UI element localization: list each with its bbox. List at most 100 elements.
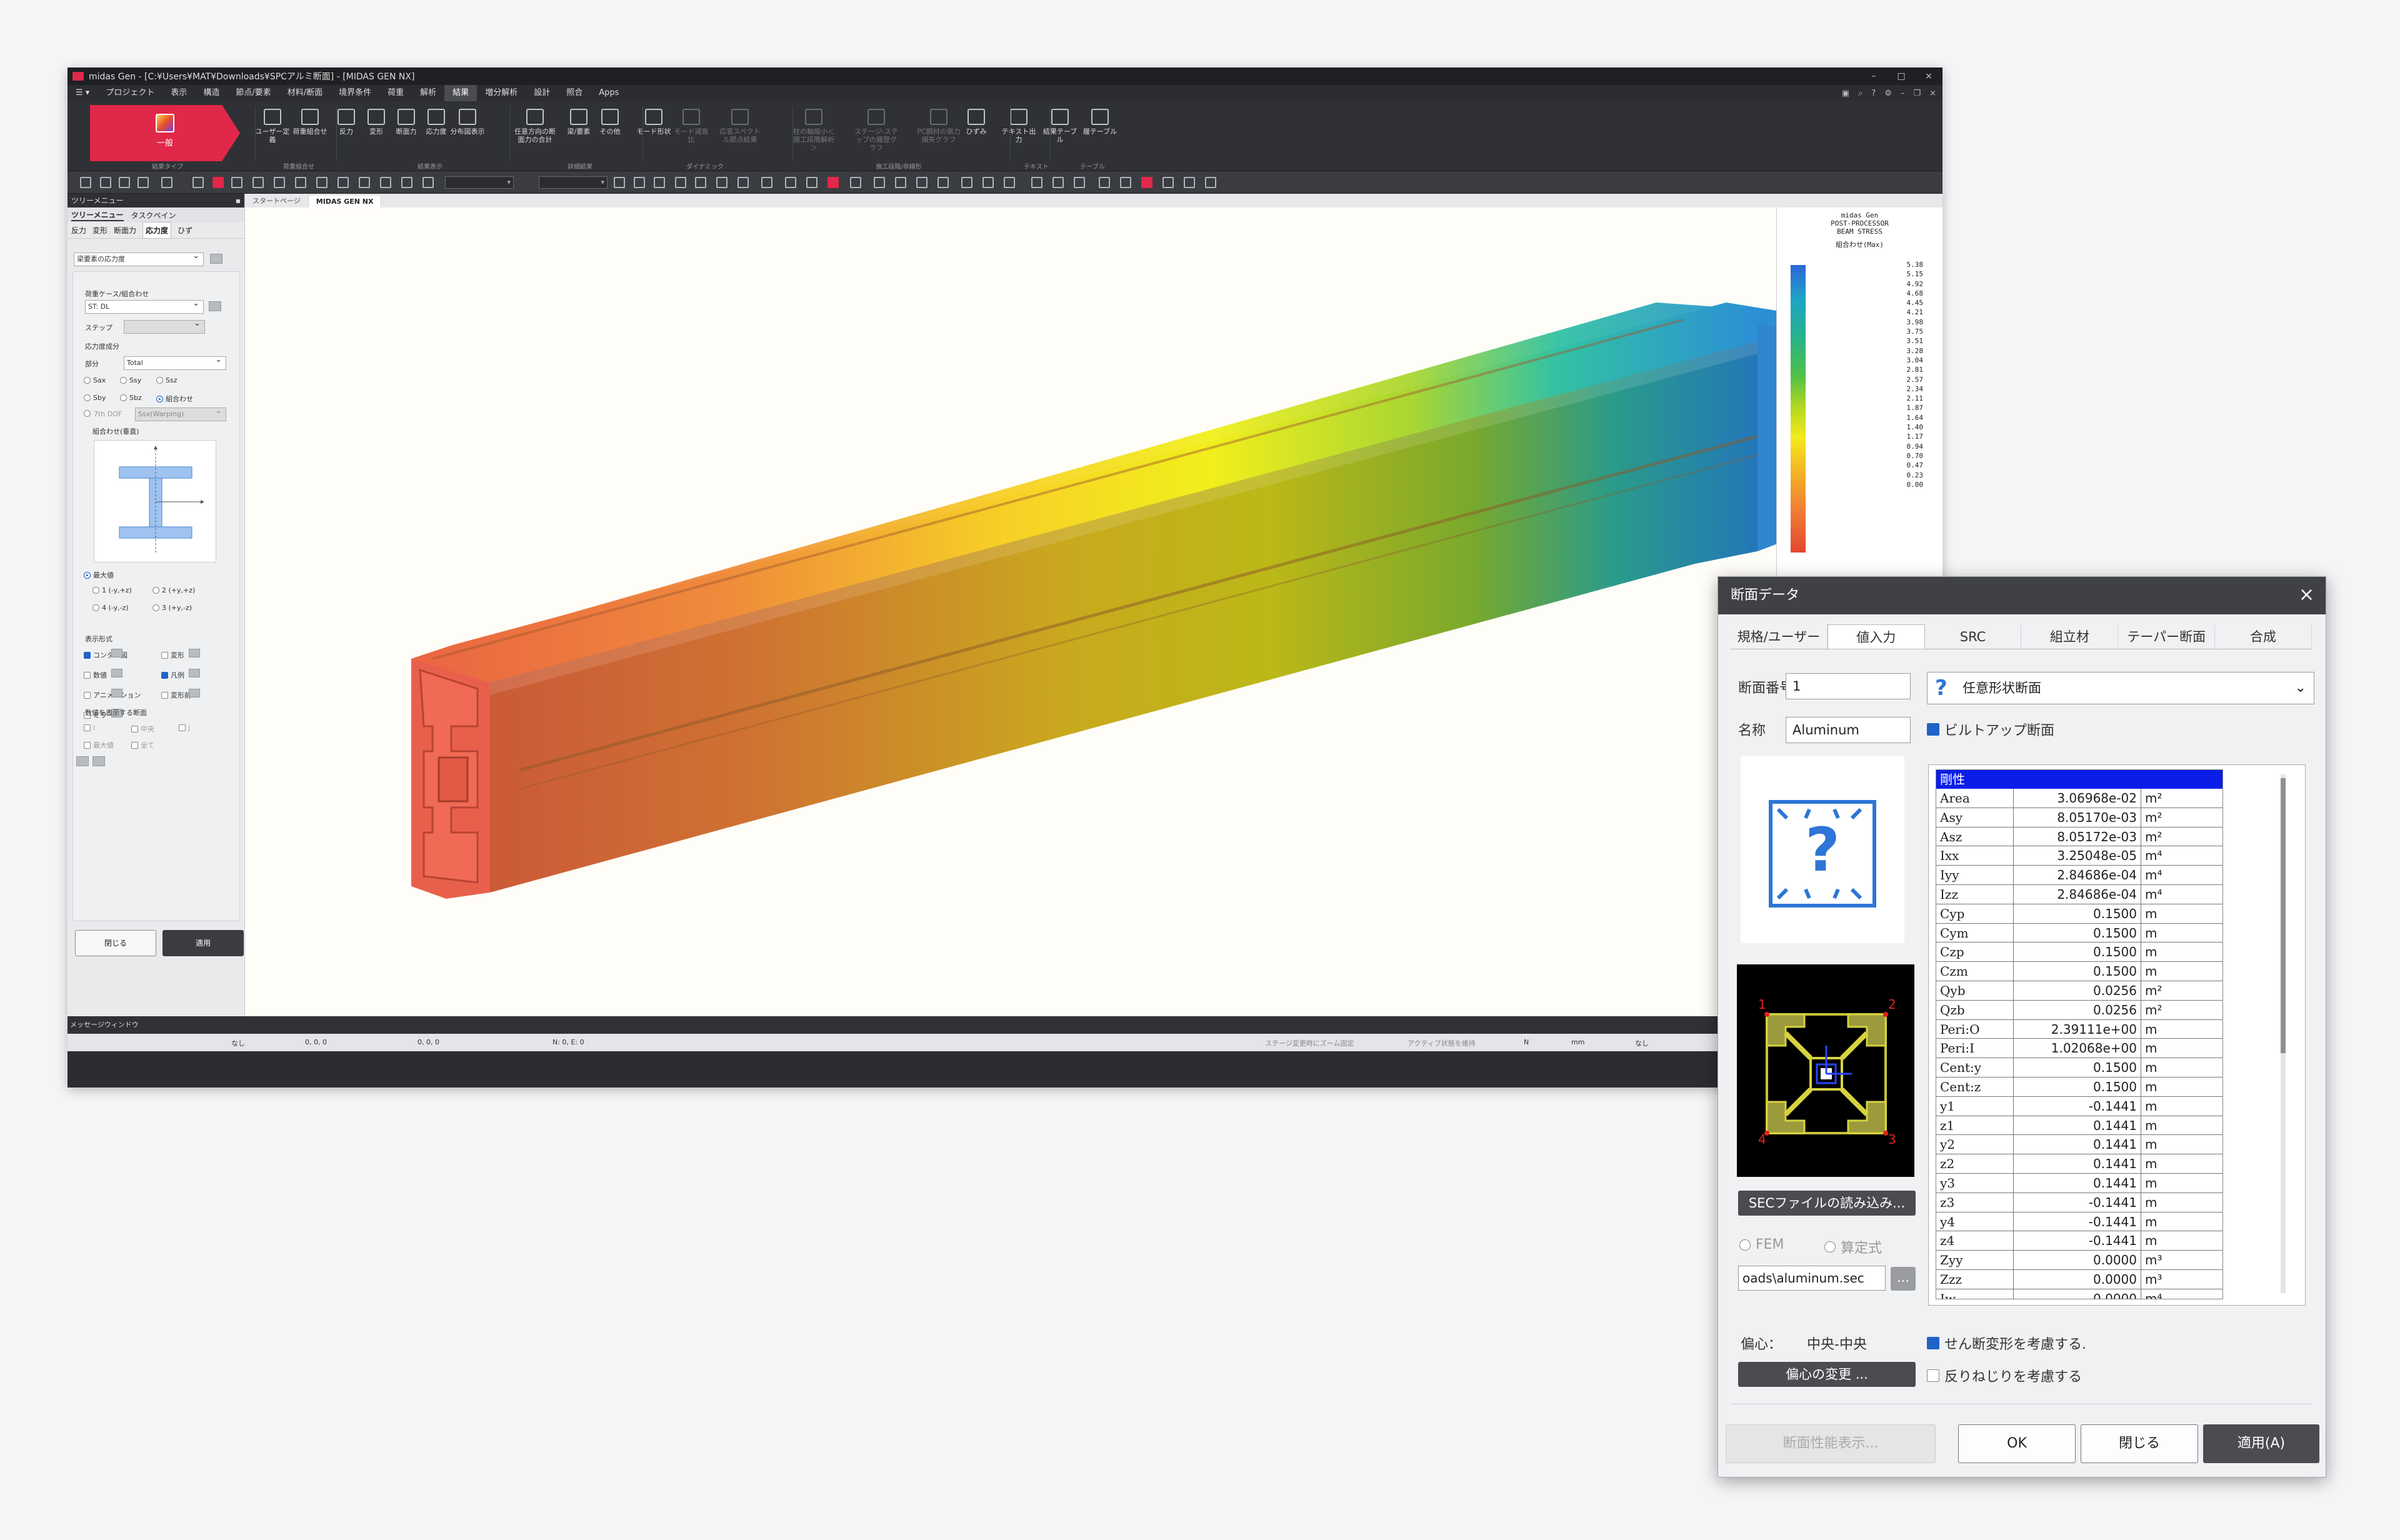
toolbar-icon-24[interactable] (761, 177, 772, 188)
numeric-option-2[interactable]: j (179, 724, 190, 732)
display-option-settings-icon[interactable] (111, 669, 122, 678)
toolbar-icon-15[interactable] (401, 177, 412, 188)
ribbon-button-5[interactable]: 応力度 (419, 106, 454, 136)
help-icon[interactable]: ? (1871, 89, 1876, 98)
menu-item-10[interactable]: 設計 (526, 85, 558, 101)
part-select[interactable]: Total (124, 354, 226, 370)
step-select[interactable] (124, 318, 205, 334)
toolbar-icon-42[interactable] (1162, 177, 1174, 188)
toolbar-icon-36[interactable] (1031, 177, 1042, 188)
display-option-1-1[interactable]: 凡例 (161, 670, 184, 680)
stress-option-0-0[interactable]: Sax (84, 376, 106, 384)
builtup-checkbox[interactable]: ビルトアップ断面 (1927, 719, 2054, 739)
toolbar-icon-41[interactable] (1141, 177, 1152, 188)
ribbon-button-8[interactable]: 梁/要素 (561, 106, 596, 136)
shear-deformation-checkbox[interactable]: せん断変形を考慮する. (1927, 1333, 2086, 1353)
display-option-settings-icon[interactable] (111, 649, 122, 658)
display-option-0-1[interactable]: 変形 (161, 650, 184, 660)
menu-item-4[interactable]: 材料/断面 (279, 85, 331, 101)
settings-icon[interactable]: ⚙ (1884, 89, 1892, 98)
close-panel-button[interactable]: 閉じる (75, 930, 156, 956)
ribbon-button-1[interactable]: 荷重組合せ (292, 106, 328, 136)
panel-icon-1[interactable] (76, 756, 89, 766)
formula-radio[interactable]: 算定式 (1824, 1237, 1882, 1257)
stress-option-1-2[interactable]: 組合わせ (156, 394, 193, 404)
toolbar-icon-22[interactable] (716, 177, 728, 188)
toolbar-dropdown-1[interactable]: ▾ (445, 176, 514, 189)
result-tab-4[interactable]: ひず (178, 225, 192, 236)
menu-item-8[interactable]: 結果 (444, 85, 478, 101)
toolbar-icon-30[interactable] (895, 177, 906, 188)
toolbar-icon-10[interactable] (295, 177, 306, 188)
toolbar-icon-44[interactable] (1205, 177, 1216, 188)
ribbon-button-17[interactable]: テキスト出力 (1001, 106, 1036, 144)
toolbar-icon-39[interactable] (1099, 177, 1110, 188)
menu-item-12[interactable]: Apps (591, 85, 627, 101)
dialog-close-icon[interactable]: × (2299, 584, 2314, 606)
model-tab[interactable]: MIDAS GEN NX (308, 196, 382, 208)
ribbon-button-13[interactable]: 柱の軸縮小＜施工段階解析＞ (790, 106, 838, 152)
dialog-tab-3[interactable]: 組立材 (2021, 624, 2119, 649)
ribbon-button-14[interactable]: ステージ-ステップの履歴グラフ (852, 106, 900, 152)
point-radio-2[interactable]: 4 (-y,-z) (92, 604, 129, 612)
display-option-settings-icon[interactable] (189, 649, 200, 658)
close-window-button[interactable]: × (1915, 71, 1942, 81)
dof-select[interactable]: Ssx(Warping) (135, 405, 226, 421)
menu-item-11[interactable]: 照合 (558, 85, 591, 101)
numeric-option-0[interactable]: i (84, 724, 95, 732)
toolbar-icon-29[interactable] (874, 177, 885, 188)
toolbar-icon-20[interactable] (675, 177, 686, 188)
toolbar-icon-31[interactable] (916, 177, 928, 188)
dialog-tab-5[interactable]: 合成 (2215, 624, 2312, 649)
browse-button[interactable]: ... (1891, 1267, 1916, 1291)
minimize-button[interactable]: – (1860, 71, 1888, 81)
maximize-button[interactable]: □ (1888, 71, 1915, 81)
toolbar-icon-6[interactable] (212, 177, 224, 188)
load-case-select[interactable]: ST: DL (85, 298, 204, 314)
sec-file-path-input[interactable]: oads\aluminum.sec (1738, 1266, 1886, 1291)
ribbon-button-10[interactable]: モード形状 (636, 106, 671, 136)
menu-item-3[interactable]: 節点/要素 (228, 85, 279, 101)
display-option-1-0[interactable]: 数値 (84, 670, 107, 680)
pin-icon[interactable]: ▪ (236, 194, 241, 208)
stress-option-1-0[interactable]: Sby (84, 394, 106, 402)
numeric-option-3[interactable]: 最大値 (84, 740, 114, 750)
menu-item-9[interactable]: 増分解析 (477, 85, 526, 101)
menu-item-7[interactable]: 解析 (412, 85, 444, 101)
ribbon-button-9[interactable]: その他 (592, 106, 628, 136)
toolbar-icon-27[interactable] (828, 177, 839, 188)
general-result-button[interactable]: 一般 (90, 105, 240, 161)
section-number-input[interactable]: 1 (1786, 673, 1911, 699)
dof-radio[interactable] (84, 410, 91, 417)
toolbar-icon-33[interactable] (961, 177, 972, 188)
toolbar-icon-28[interactable] (850, 177, 861, 188)
toolbar-icon-7[interactable] (231, 177, 242, 188)
toolbar-icon-5[interactable] (192, 177, 204, 188)
hamburger-menu-icon[interactable]: ☰ ▾ (68, 85, 98, 101)
stress-option-0-1[interactable]: Ssy (120, 376, 141, 384)
toolbar-dropdown-2[interactable]: ▾ (539, 176, 608, 189)
properties-scrollbar[interactable] (2281, 774, 2286, 1293)
toolbar-icon-19[interactable] (654, 177, 665, 188)
toolbar-icon-21[interactable] (695, 177, 706, 188)
toolbar-icon-8[interactable] (252, 177, 264, 188)
display-option-settings-icon[interactable] (189, 669, 200, 678)
toolbar-icon-13[interactable] (359, 177, 370, 188)
toolbar-icon-17[interactable] (614, 177, 625, 188)
menu-item-2[interactable]: 構造 (195, 85, 228, 101)
status-none-select[interactable]: なし (1635, 1038, 1649, 1048)
menu-item-6[interactable]: 荷重 (379, 85, 412, 101)
ribbon-button-7[interactable]: 任意方向の断面力の合計 (511, 106, 559, 144)
apply-dialog-button[interactable]: 適用(A) (2203, 1424, 2319, 1463)
result-tab-2[interactable]: 断面力 (114, 225, 136, 236)
load-sec-file-button[interactable]: SECファイルの読み込み... (1738, 1191, 1916, 1216)
ribbon-button-6[interactable]: 分布図表示 (450, 106, 485, 136)
dialog-tab-4[interactable]: テーパー断面 (2118, 624, 2216, 649)
tree-menu-tab[interactable]: ツリーメニュー (71, 209, 124, 221)
toolbar-icon-38[interactable] (1074, 177, 1085, 188)
ribbon-button-16[interactable]: ひずみ (959, 106, 994, 136)
name-input[interactable]: Aluminum (1786, 717, 1911, 743)
mdi-minimize-icon[interactable]: – (1901, 89, 1905, 98)
toolbar-icon-12[interactable] (338, 177, 349, 188)
menu-item-1[interactable]: 表示 (162, 85, 195, 101)
